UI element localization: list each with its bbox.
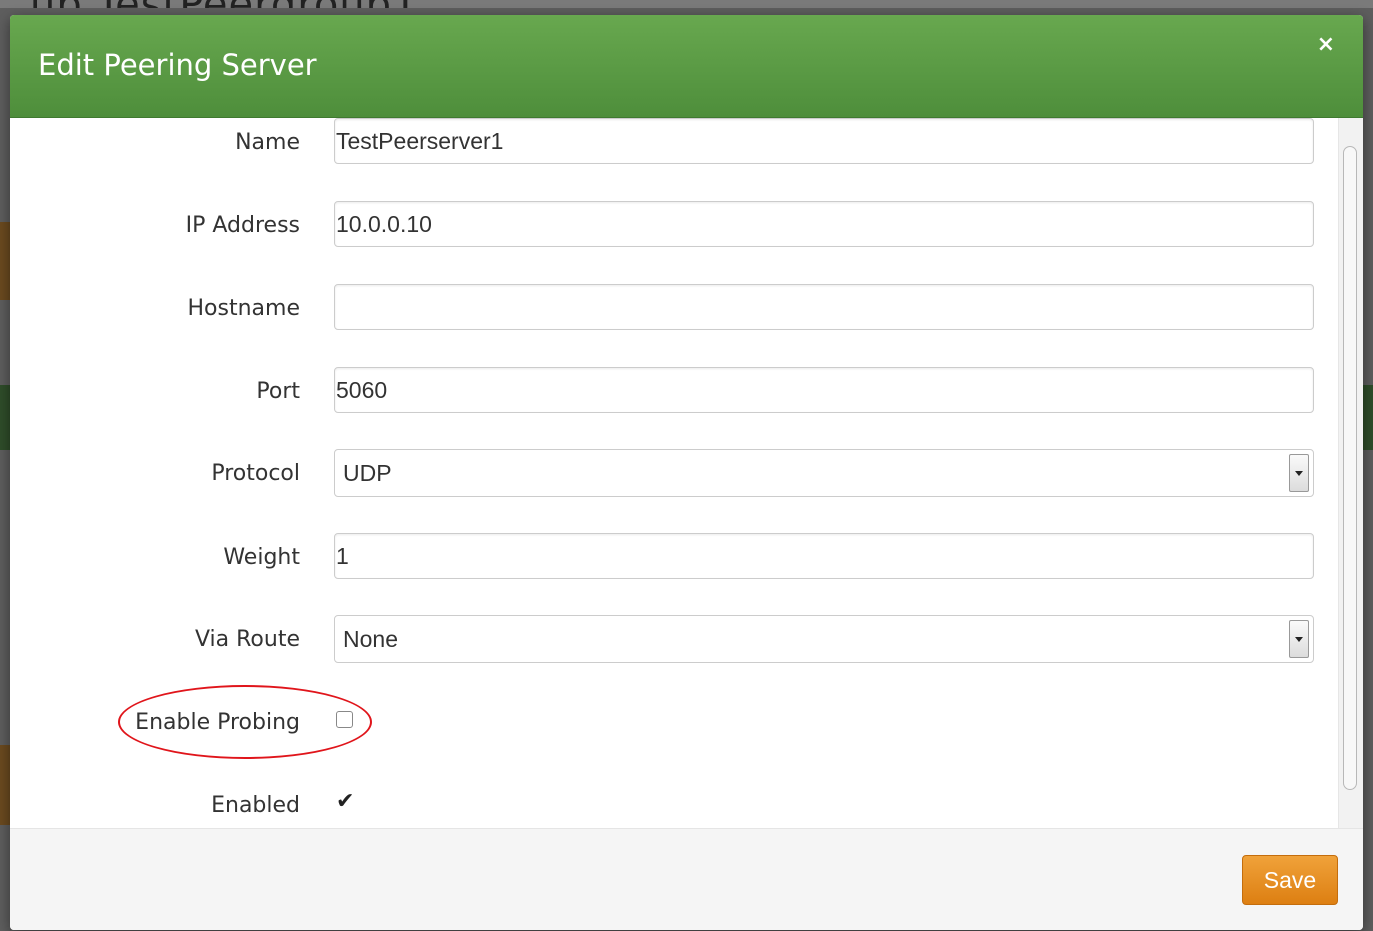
- close-icon[interactable]: ×: [1317, 32, 1335, 57]
- form-row-weight: Weight 1: [10, 533, 1330, 581]
- form-row-enabled: Enabled ✔: [10, 781, 1330, 828]
- background-page-title: up TestPeergroup1: [0, 0, 1373, 8]
- modal-body: Name TestPeerserver1 IP Address 10.0.0.1…: [10, 118, 1363, 828]
- enable-probing-checkbox[interactable]: [336, 711, 353, 728]
- weight-input[interactable]: 1: [334, 533, 1314, 579]
- name-input[interactable]: TestPeerserver1: [334, 118, 1314, 164]
- enabled-checkbox[interactable]: ✔: [336, 791, 354, 813]
- form-row-protocol: Protocol UDP: [10, 449, 1330, 497]
- form-row-port: Port 5060: [10, 367, 1330, 415]
- port-input[interactable]: 5060: [334, 367, 1314, 413]
- ip-address-value: 10.0.0.10: [336, 211, 432, 237]
- background-row: [1363, 385, 1373, 450]
- protocol-label: Protocol: [211, 461, 300, 486]
- form-row-ip-address: IP Address 10.0.0.10: [10, 201, 1330, 249]
- form-row-via-route: Via Route None: [10, 615, 1330, 663]
- weight-label: Weight: [223, 545, 300, 570]
- ip-address-input[interactable]: 10.0.0.10: [334, 201, 1314, 247]
- via-route-selected-value: None: [343, 626, 398, 652]
- via-route-label: Via Route: [194, 627, 300, 652]
- enabled-label: Enabled: [211, 793, 300, 818]
- port-label: Port: [256, 379, 300, 404]
- modal-footer: Save: [10, 828, 1363, 930]
- chevron-down-icon[interactable]: [1289, 620, 1309, 658]
- form-row-name: Name TestPeerserver1: [10, 118, 1330, 166]
- port-value: 5060: [336, 377, 388, 403]
- edit-peering-server-dialog: Edit Peering Server × Name TestPeerserve…: [10, 15, 1363, 930]
- save-button[interactable]: Save: [1242, 855, 1338, 905]
- form-row-enable-probing: Enable Probing: [10, 698, 1330, 746]
- hostname-label: Hostname: [187, 296, 300, 321]
- chevron-down-icon[interactable]: [1289, 454, 1309, 492]
- via-route-select[interactable]: None: [334, 615, 1314, 663]
- protocol-select[interactable]: UDP: [334, 449, 1314, 497]
- weight-value: 1: [336, 543, 349, 569]
- scrollbar-thumb[interactable]: [1343, 146, 1357, 790]
- enable-probing-label: Enable Probing: [135, 710, 300, 735]
- background-title-text: up TestPeergroup1: [30, 0, 419, 8]
- modal-header: Edit Peering Server ×: [10, 15, 1363, 118]
- modal-title: Edit Peering Server: [38, 48, 317, 82]
- name-label: Name: [235, 130, 300, 155]
- ip-address-label: IP Address: [185, 213, 300, 238]
- name-value: TestPeerserver1: [336, 128, 504, 154]
- protocol-selected-value: UDP: [343, 460, 392, 486]
- form-row-hostname: Hostname: [10, 284, 1330, 332]
- hostname-input[interactable]: [334, 284, 1314, 330]
